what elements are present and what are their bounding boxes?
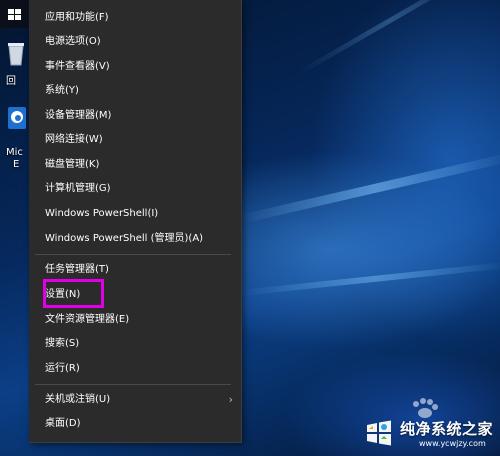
chevron-right-icon: › bbox=[228, 393, 233, 406]
menu-item-desktop[interactable]: 桌面(D) bbox=[29, 413, 241, 435]
menu-item-disk-management[interactable]: 磁盘管理(K) bbox=[29, 154, 241, 176]
menu-separator bbox=[35, 254, 231, 255]
windows-logo-icon bbox=[367, 420, 391, 446]
site-watermark: 纯净系统之家 www.ycwjzy.com bbox=[359, 413, 500, 456]
desktop-icon-label: E bbox=[13, 159, 20, 170]
menu-item-apps-and-features[interactable]: 应用和功能(F) bbox=[29, 7, 241, 29]
menu-item-network-connections[interactable]: 网络连接(W) bbox=[29, 129, 241, 151]
menu-item-task-manager[interactable]: 任务管理器(T) bbox=[29, 259, 241, 281]
menu-item-shutdown-or-sign-out[interactable]: 关机或注销(U) › bbox=[29, 389, 241, 411]
menu-item-windows-powershell-admin[interactable]: Windows PowerShell (管理员)(A) bbox=[29, 228, 241, 250]
menu-item-windows-powershell[interactable]: Windows PowerShell(I) bbox=[29, 203, 241, 225]
menu-item-label: 关机或注销(U) bbox=[45, 394, 111, 405]
menu-item-run[interactable]: 运行(R) bbox=[29, 358, 241, 380]
menu-item-search[interactable]: 搜索(S) bbox=[29, 333, 241, 355]
wallpaper-light-beam bbox=[298, 0, 484, 75]
wallpaper-light-beam bbox=[239, 261, 500, 296]
menu-item-power-options[interactable]: 电源选项(O) bbox=[29, 31, 241, 53]
highlight-box bbox=[43, 279, 104, 308]
windows-logo-icon bbox=[8, 9, 21, 21]
desktop[interactable]: 回 Mic E 应用和功能(F) 电源选项(O) 事件查看器(V) 系统(Y) … bbox=[0, 0, 500, 456]
menu-separator bbox=[35, 384, 231, 385]
menu-item-device-manager[interactable]: 设备管理器(M) bbox=[29, 105, 241, 127]
desktop-icon-label: Mic bbox=[6, 147, 23, 158]
menu-item-event-viewer[interactable]: 事件查看器(V) bbox=[29, 56, 241, 78]
desktop-icon-label: 回 bbox=[6, 76, 16, 87]
winx-context-menu: 应用和功能(F) 电源选项(O) 事件查看器(V) 系统(Y) 设备管理器(M)… bbox=[29, 0, 242, 443]
watermark-url: www.ycwjzy.com bbox=[419, 439, 486, 448]
menu-item-system[interactable]: 系统(Y) bbox=[29, 80, 241, 102]
start-button[interactable] bbox=[0, 0, 28, 28]
recycle-bin-icon[interactable] bbox=[6, 40, 28, 70]
watermark-title: 纯净系统之家 bbox=[400, 420, 494, 438]
wallpaper-light-beam bbox=[238, 152, 500, 224]
menu-item-computer-management[interactable]: 计算机管理(G) bbox=[29, 178, 241, 200]
menu-item-file-explorer[interactable]: 文件资源管理器(E) bbox=[29, 309, 241, 331]
edge-browser-icon[interactable] bbox=[6, 105, 28, 135]
